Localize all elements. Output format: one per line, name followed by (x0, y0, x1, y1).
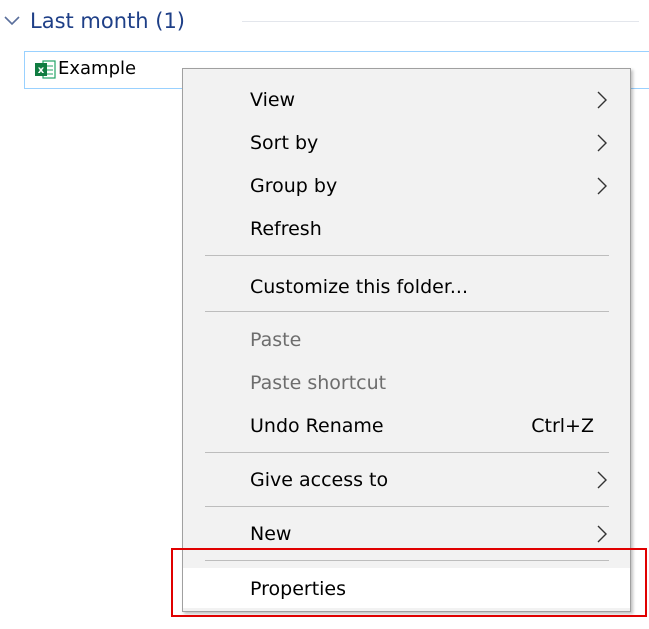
menu-item-label: Customize this folder... (250, 276, 469, 298)
chevron-down-icon[interactable] (2, 11, 22, 31)
shortcut-label: Ctrl+Z (531, 415, 594, 437)
group-title: Last month (1) (30, 9, 185, 33)
menu-item-customize-folder[interactable]: Customize this folder... (183, 266, 630, 308)
menu-item-properties[interactable]: Properties (183, 568, 630, 608)
menu-item-label: Undo Rename (250, 415, 384, 437)
context-menu: View Sort by Group by Refresh Customize … (182, 68, 631, 612)
menu-item-label: New (250, 523, 292, 545)
menu-separator (205, 506, 609, 507)
menu-item-label: Paste (250, 329, 302, 351)
menu-item-give-access[interactable]: Give access to (183, 459, 630, 501)
menu-item-label: Give access to (250, 469, 389, 491)
group-header[interactable]: Last month (1) (0, 0, 649, 44)
menu-item-refresh[interactable]: Refresh (183, 208, 630, 250)
menu-item-label: Paste shortcut (250, 372, 387, 394)
chevron-right-icon (597, 91, 607, 109)
menu-item-undo-rename[interactable]: Undo Rename Ctrl+Z (183, 405, 630, 447)
menu-item-label: Refresh (250, 218, 322, 240)
group-divider (242, 21, 639, 22)
menu-item-label: View (250, 89, 296, 111)
chevron-right-icon (597, 177, 607, 195)
menu-item-paste: Paste (183, 319, 630, 361)
menu-item-label: Group by (250, 175, 338, 197)
chevron-right-icon (597, 525, 607, 543)
menu-item-group-by[interactable]: Group by (183, 165, 630, 207)
file-name: Example (58, 58, 137, 79)
chevron-right-icon (597, 134, 607, 152)
menu-separator (205, 311, 609, 312)
menu-separator (205, 452, 609, 453)
menu-item-sort-by[interactable]: Sort by (183, 122, 630, 164)
menu-item-paste-shortcut: Paste shortcut (183, 362, 630, 404)
menu-separator (205, 255, 609, 256)
svg-text:x: x (38, 65, 45, 76)
excel-file-icon: x (35, 60, 56, 79)
menu-separator (205, 560, 609, 561)
menu-item-label: Sort by (250, 132, 319, 154)
menu-item-view[interactable]: View (183, 79, 630, 121)
menu-item-label: Properties (250, 578, 347, 600)
menu-item-new[interactable]: New (183, 513, 630, 555)
chevron-right-icon (597, 471, 607, 489)
